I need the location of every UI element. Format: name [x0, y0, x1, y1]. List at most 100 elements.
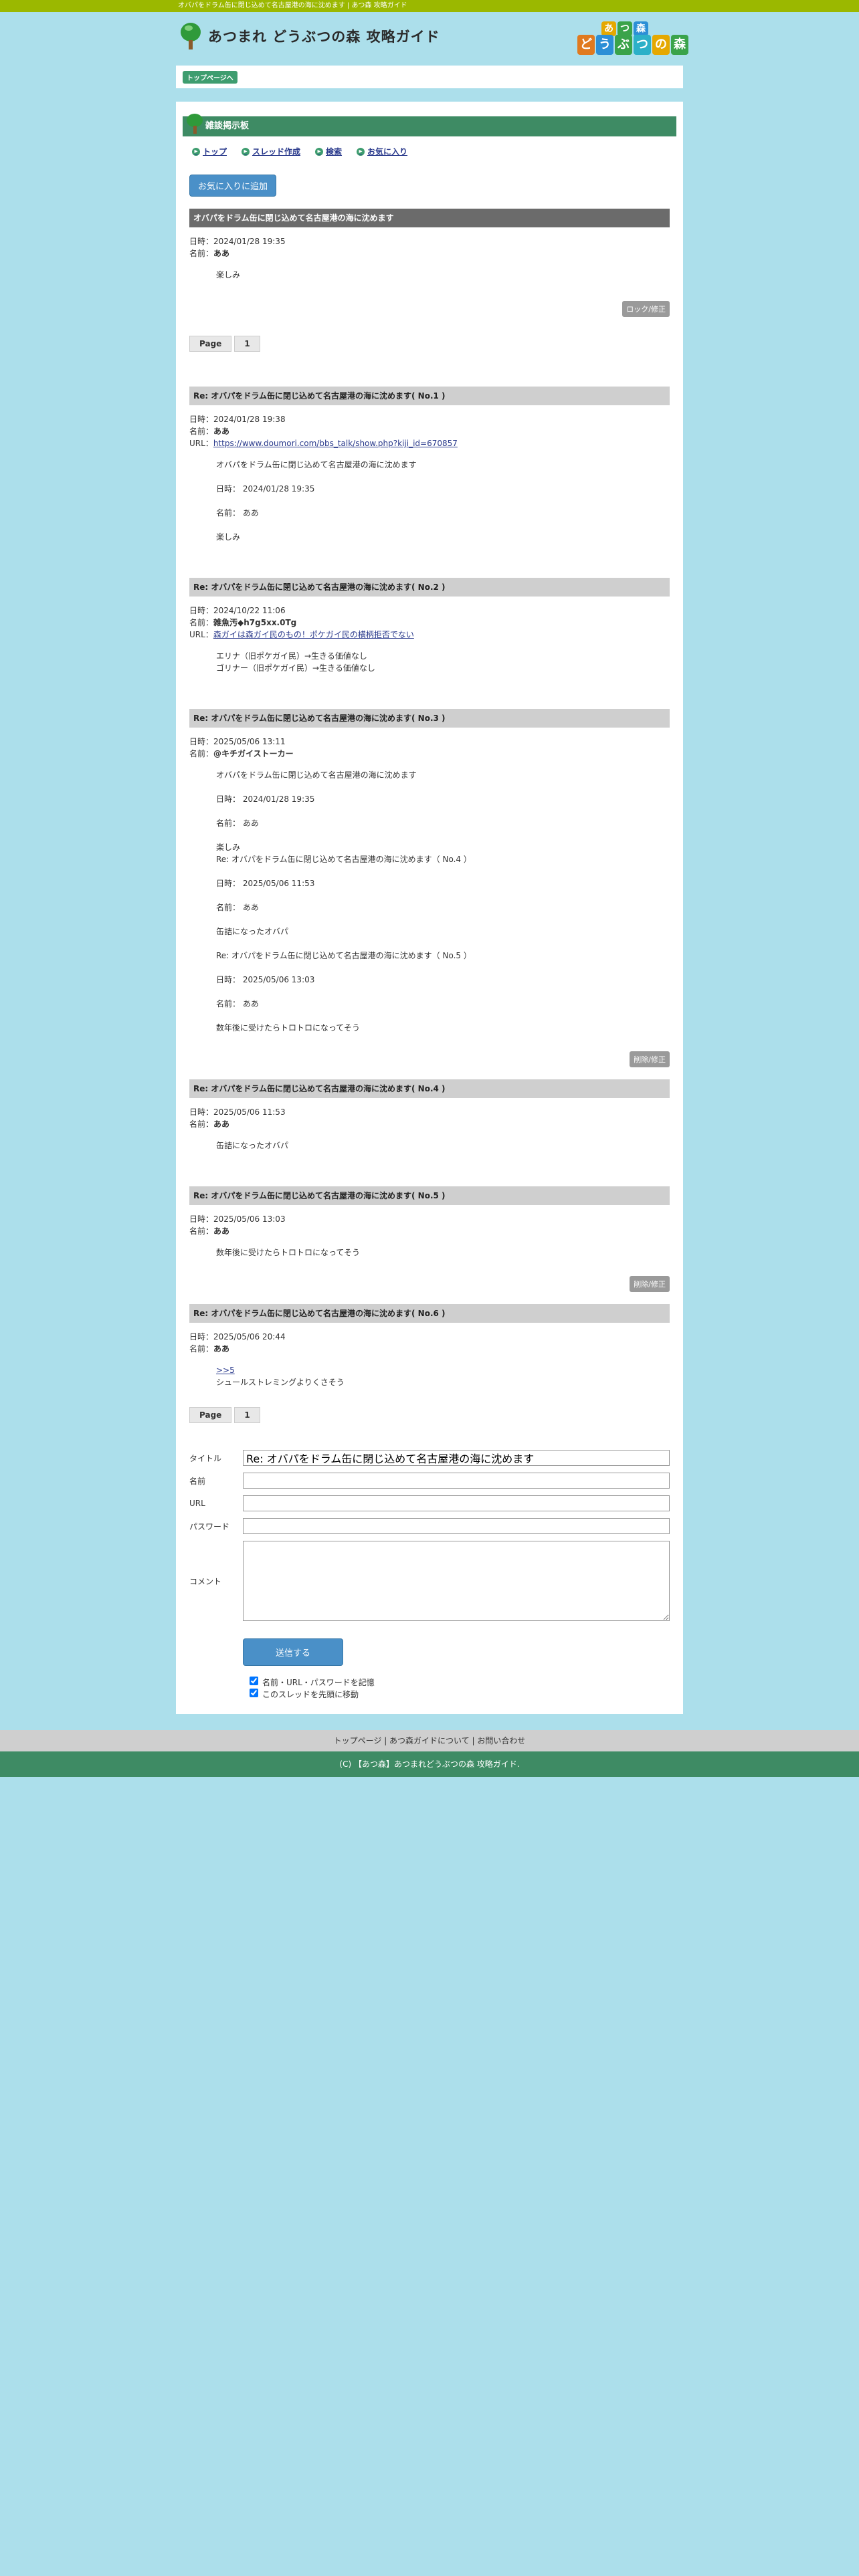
badge-char: あ — [601, 21, 616, 36]
reply-title: Re: オバパをドラム缶に閉じ込めて名古屋港の海に沈めます( No.6 ) — [189, 1304, 670, 1323]
badge-char: つ — [617, 21, 632, 36]
logo-text: あつまれ どうぶつの森 攻略ガイド — [208, 29, 440, 45]
delete-edit-button[interactable]: 削除/修正 — [630, 1276, 670, 1292]
top-bar: オバパをドラム缶に閉じ込めて名古屋港の海に沈めます | あつ森 攻略ガイド — [0, 0, 859, 12]
post-meta: 日時：2025/05/06 13:03 名前：ああ — [189, 1213, 670, 1237]
nav-top-link[interactable]: ▸ トップ — [192, 146, 227, 157]
reply-post: Re: オバパをドラム缶に閉じ込めて名古屋港の海に沈めます( No.2 ) 日時… — [189, 578, 670, 674]
comment-label: コメント — [189, 1576, 222, 1586]
url-label: URL： — [189, 630, 213, 639]
remember-checkbox[interactable] — [250, 1677, 258, 1685]
post-meta: 日時：2025/05/06 11:53 名前：ああ — [189, 1106, 670, 1130]
name-label: 名前： — [189, 249, 214, 258]
board-title: 雑談掲示板 — [183, 114, 676, 136]
post-author: ああ — [213, 1119, 230, 1129]
reply-post: Re: オバパをドラム缶に閉じ込めて名古屋港の海に沈めます( No.6 ) 日時… — [189, 1304, 670, 1388]
date-label: 日時： — [189, 237, 214, 246]
badge-char: 森 — [671, 35, 688, 55]
arrow-circle-icon: ▸ — [315, 147, 324, 156]
anchor-link[interactable]: >>5 — [216, 1366, 235, 1375]
title-label: タイトル — [189, 1453, 222, 1463]
badge-char: の — [652, 35, 670, 55]
arrow-circle-icon: ▸ — [242, 147, 250, 156]
top-bar-text: オバパをドラム缶に閉じ込めて名古屋港の海に沈めます | あつ森 攻略ガイド — [178, 2, 407, 9]
thread-title: オバパをドラム缶に閉じ込めて名古屋港の海に沈めます — [189, 209, 670, 227]
name-label: 名前 — [189, 1476, 206, 1486]
date-label: 日時： — [189, 737, 214, 746]
date-label: 日時： — [189, 1107, 214, 1117]
pager-top: Page 1 — [189, 336, 683, 352]
name-label: 名前： — [189, 618, 214, 627]
post-date: 2024/01/28 19:38 — [213, 415, 286, 424]
add-favorite-button[interactable]: お気に入りに追加 — [189, 175, 277, 197]
comment-textarea[interactable] — [243, 1541, 670, 1621]
footer-links[interactable]: トップページ | あつ森ガイドについて | お問い合わせ — [0, 1730, 859, 1751]
reply-title: Re: オバパをドラム缶に閉じ込めて名古屋港の海に沈めます( No.2 ) — [189, 578, 670, 597]
pager-page-1[interactable]: 1 — [234, 336, 260, 352]
reply-post: Re: オバパをドラム缶に閉じ込めて名古屋港の海に沈めます( No.3 ) 日時… — [189, 709, 670, 1067]
badge-char: ど — [577, 35, 595, 55]
main-content: 雑談掲示板 ▸ トップ ▸ スレッド作成 ▸ 検索 ▸ お気に入り お気に入りに追加 オ… — [176, 102, 683, 1714]
password-label: パスワード — [189, 1521, 230, 1531]
remember-label: 名前・URL・パスワードを記憶 — [262, 1678, 375, 1687]
nav-create-thread-link[interactable]: ▸ スレッド作成 — [242, 146, 300, 157]
lock-edit-button[interactable]: ロック/修正 — [622, 301, 670, 317]
post-author: ああ — [213, 1344, 230, 1354]
post-body: 数年後に受けたらトロトロになってそう — [216, 1248, 361, 1257]
post-body: 楽しみ — [216, 270, 241, 280]
post-date: 2025/05/06 11:53 — [213, 1107, 286, 1117]
url-label: URL — [189, 1499, 205, 1508]
post-author: 雑魚汚◆h7g5xx.0Tg — [213, 618, 297, 627]
tree-icon — [187, 114, 203, 134]
url-input[interactable] — [243, 1495, 670, 1511]
post-author: ああ — [213, 249, 230, 258]
pager-page-1[interactable]: 1 — [234, 1407, 260, 1423]
post-date: 2025/05/06 13:03 — [213, 1214, 286, 1224]
name-label: 名前： — [189, 1226, 214, 1236]
url-label: URL： — [189, 439, 213, 448]
nav-favorites-link[interactable]: ▸ お気に入り — [357, 146, 407, 157]
title-input[interactable] — [243, 1450, 670, 1466]
tree-icon — [179, 23, 203, 49]
post-url-link[interactable]: https://www.doumori.com/bbs_talk/show.ph… — [213, 439, 458, 448]
pager-label: Page — [189, 336, 232, 352]
name-label: 名前： — [189, 427, 214, 436]
delete-edit-button[interactable]: 削除/修正 — [630, 1051, 670, 1067]
name-label: 名前： — [189, 1119, 214, 1129]
post-body: オバパをドラム缶に閉じ込めて名古屋港の海に沈めます 日時： 2024/01/28… — [216, 460, 417, 542]
reply-post: Re: オバパをドラム缶に閉じ込めて名古屋港の海に沈めます( No.4 ) 日時… — [189, 1079, 670, 1152]
nav-search-link[interactable]: ▸ 検索 — [315, 146, 342, 157]
post-meta: 日時：2025/05/06 13:11 名前：@キチガイストーカー — [189, 736, 670, 760]
post-body: 缶詰になったオバパ — [216, 1141, 289, 1150]
reply-title: Re: オバパをドラム缶に閉じ込めて名古屋港の海に沈めます( No.3 ) — [189, 709, 670, 728]
arrow-circle-icon: ▸ — [357, 147, 365, 156]
post-meta: 日時：2024/01/28 19:35 名前：ああ — [189, 235, 670, 259]
post-text: シュールストレミングよりくさそう — [216, 1378, 345, 1387]
site-header: あつまれ どうぶつの森 攻略ガイド あ つ 森 ど う ぶ つ の 森 — [176, 12, 688, 66]
board-title-text: 雑談掲示板 — [205, 121, 250, 131]
date-label: 日時： — [189, 1214, 214, 1224]
badge-char: 森 — [634, 21, 648, 36]
post-date: 2024/01/28 19:35 — [213, 237, 286, 246]
date-label: 日時： — [189, 415, 214, 424]
pager-bottom: Page 1 — [189, 1407, 683, 1423]
breadcrumb-top-link[interactable]: トップページへ — [183, 71, 237, 84]
badge-char: ぶ — [615, 35, 632, 55]
reply-title: Re: オバパをドラム缶に閉じ込めて名古屋港の海に沈めます( No.5 ) — [189, 1186, 670, 1205]
post-url-link[interactable]: 森ガイは森ガイ民のもの！ポケガイ民の横柄拒否でない — [213, 630, 414, 639]
post-meta: 日時：2024/10/22 11:06 名前：雑魚汚◆h7g5xx.0Tg UR… — [189, 605, 670, 641]
post-date: 2025/05/06 13:11 — [213, 737, 286, 746]
reply-post: Re: オバパをドラム缶に閉じ込めて名古屋港の海に沈めます( No.1 ) 日時… — [189, 387, 670, 543]
post-meta: 日時：2024/01/28 19:38 名前：ああ URL：https://ww… — [189, 413, 670, 449]
nav-label: トップ — [203, 147, 227, 156]
name-input[interactable] — [243, 1473, 670, 1489]
badge-char: つ — [634, 35, 651, 55]
reply-post: Re: オバパをドラム缶に閉じ込めて名古屋港の海に沈めます( No.5 ) 日時… — [189, 1186, 670, 1292]
password-input[interactable] — [243, 1518, 670, 1534]
post-author: ああ — [213, 427, 230, 436]
reply-title: Re: オバパをドラム缶に閉じ込めて名古屋港の海に沈めます( No.1 ) — [189, 387, 670, 405]
move-top-checkbox[interactable] — [250, 1689, 258, 1697]
breadcrumb: トップページへ — [176, 66, 683, 88]
site-logo[interactable]: あつまれ どうぶつの森 攻略ガイド — [179, 23, 440, 49]
submit-button[interactable]: 送信する — [243, 1638, 344, 1666]
